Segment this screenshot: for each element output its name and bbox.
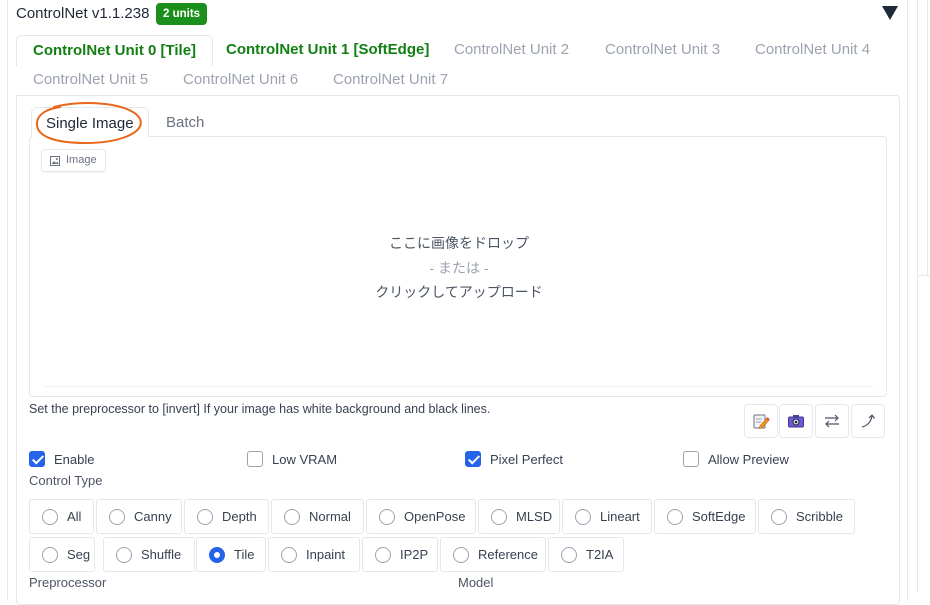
tab-unit-7[interactable]: ControlNet Unit 7 <box>317 65 464 95</box>
radio-depth[interactable] <box>197 508 213 525</box>
control-type-inpaint[interactable]: Inpaint <box>268 537 360 572</box>
control-type-t2ia[interactable]: T2IA <box>548 537 624 572</box>
control-type-shuffle[interactable]: Shuffle <box>103 537 195 572</box>
tab-unit-1[interactable]: ControlNet Unit 1 [SoftEdge] <box>210 35 445 65</box>
radio-lineart[interactable] <box>575 508 591 525</box>
radio-t2ia[interactable] <box>561 546 577 563</box>
radio-inpaint[interactable] <box>281 546 297 563</box>
radio-canny[interactable] <box>109 508 125 525</box>
model-label: Model <box>458 575 494 590</box>
control-type-tile[interactable]: Tile <box>196 537 266 572</box>
curve-arrow-icon <box>861 414 875 428</box>
option-label: MLSD <box>516 509 553 524</box>
option-label: T2IA <box>586 547 614 562</box>
control-type-seg[interactable]: Seg <box>29 537 95 572</box>
option-label: OpenPose <box>404 509 466 524</box>
control-type-canny[interactable]: Canny <box>96 499 182 534</box>
control-type-ip2p[interactable]: IP2P <box>362 537 438 572</box>
allow-preview-checkbox[interactable]: Allow Preview <box>683 451 789 467</box>
adjacent-panel-line <box>927 0 928 275</box>
option-label: Depth <box>222 509 257 524</box>
tab-single-image[interactable]: Single Image <box>31 107 149 138</box>
option-label: Canny <box>134 509 172 524</box>
radio-tile[interactable] <box>209 546 225 563</box>
option-label: SoftEdge <box>692 509 746 524</box>
control-type-all[interactable]: All <box>29 499 94 534</box>
tab-unit-0[interactable]: ControlNet Unit 0 [Tile] <box>16 35 214 66</box>
edit-button[interactable] <box>744 404 778 438</box>
adjacent-panel-foot <box>918 275 930 276</box>
image-label-text: Image <box>66 154 97 166</box>
control-type-depth[interactable]: Depth <box>184 499 269 534</box>
enable-checkbox-box[interactable] <box>29 451 45 467</box>
option-label: Shuffle <box>141 547 182 562</box>
pixel-perfect-checkbox[interactable]: Pixel Perfect <box>465 451 563 467</box>
control-type-softedge[interactable]: SoftEdge <box>654 499 756 534</box>
option-label: Scribble <box>796 509 843 524</box>
adjacent-panel-edge <box>917 0 930 592</box>
low-vram-checkbox-box[interactable] <box>247 451 263 467</box>
swap-icon <box>825 414 839 428</box>
collapse-triangle-icon[interactable] <box>882 6 898 20</box>
pixel-perfect-checkbox-box[interactable] <box>465 451 481 467</box>
tab-unit-5[interactable]: ControlNet Unit 5 <box>17 65 164 95</box>
radio-all[interactable] <box>42 508 58 525</box>
option-label: Normal <box>309 509 351 524</box>
control-type-openpose[interactable]: OpenPose <box>366 499 476 534</box>
radio-shuffle[interactable] <box>116 546 132 563</box>
enable-checkbox[interactable]: Enable <box>29 451 94 467</box>
enable-label: Enable <box>54 451 95 467</box>
drop-or: - または - <box>429 260 489 276</box>
radio-reference[interactable] <box>453 546 469 563</box>
radio-seg[interactable] <box>42 546 58 563</box>
option-label: IP2P <box>400 547 429 562</box>
option-label: All <box>67 509 82 524</box>
radio-scribble[interactable] <box>771 508 787 525</box>
option-label: Seg <box>67 547 91 562</box>
tab-batch[interactable]: Batch <box>152 107 218 138</box>
option-label: Reference <box>478 547 538 562</box>
image-icon <box>50 155 60 166</box>
preprocessor-label: Preprocessor <box>29 575 107 590</box>
edit-icon <box>753 414 770 429</box>
option-label: Tile <box>234 547 255 562</box>
invert-hint: Set the preprocessor to [invert] If your… <box>29 402 491 416</box>
pixel-perfect-label: Pixel Perfect <box>490 451 563 467</box>
panel-title[interactable]: ControlNet v1.1.238 <box>16 5 149 22</box>
units-count-badge: 2 units <box>156 3 208 25</box>
tab-unit-3[interactable]: ControlNet Unit 3 <box>589 35 736 65</box>
allow-preview-label: Allow Preview <box>708 451 789 467</box>
radio-normal[interactable] <box>284 508 300 525</box>
radio-mlsd[interactable] <box>491 508 507 525</box>
radio-ip2p[interactable] <box>375 546 391 563</box>
camera-button[interactable] <box>779 404 813 438</box>
click-to-upload: クリックしてアップロード <box>375 284 543 300</box>
control-type-normal[interactable]: Normal <box>271 499 364 534</box>
control-type-mlsd[interactable]: MLSD <box>478 499 560 534</box>
drop-instruction: ここに画像をドロップ <box>389 235 529 251</box>
allow-preview-checkbox-box[interactable] <box>683 451 699 467</box>
option-label: Lineart <box>600 509 640 524</box>
control-type-label: Control Type <box>29 473 103 488</box>
control-type-scribble[interactable]: Scribble <box>758 499 855 534</box>
tab-unit-2[interactable]: ControlNet Unit 2 <box>438 35 585 65</box>
swap-button[interactable] <box>815 404 849 438</box>
tab-unit-6[interactable]: ControlNet Unit 6 <box>167 65 314 95</box>
image-label: Image <box>41 149 106 172</box>
option-label: Inpaint <box>306 547 346 562</box>
low-vram-checkbox[interactable]: Low VRAM <box>247 451 337 467</box>
send-dimensions-button[interactable] <box>851 404 885 438</box>
control-type-lineart[interactable]: Lineart <box>562 499 652 534</box>
image-drop-zone[interactable]: Image ここに画像をドロップ - または - クリックしてアップロード <box>29 136 887 397</box>
radio-openpose[interactable] <box>379 508 395 525</box>
control-type-reference[interactable]: Reference <box>440 537 546 572</box>
low-vram-label: Low VRAM <box>272 451 338 467</box>
camera-icon <box>788 415 804 428</box>
tab-unit-4[interactable]: ControlNet Unit 4 <box>739 35 886 65</box>
radio-softedge[interactable] <box>667 508 683 525</box>
